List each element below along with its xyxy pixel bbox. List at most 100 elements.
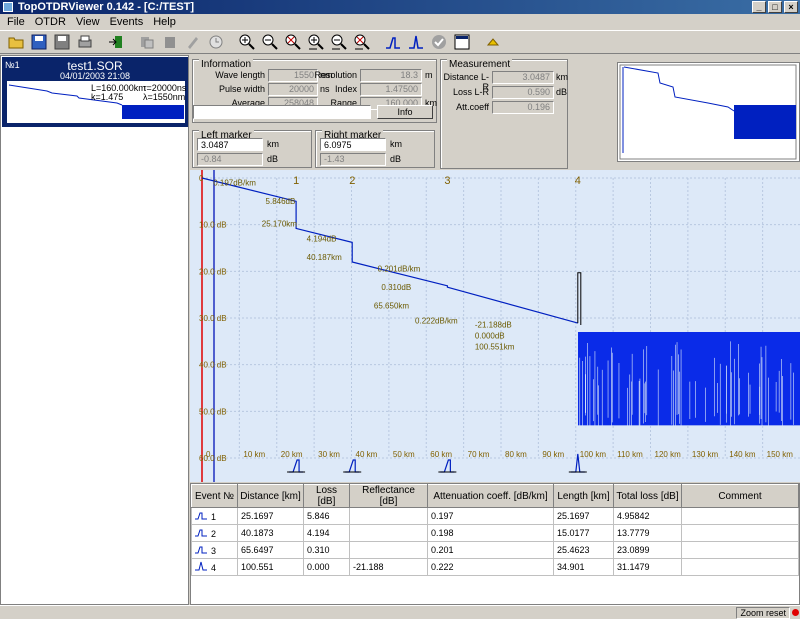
table-row[interactable]: 1 25.1697 5.846 0.197 25.1697 4.95842	[192, 508, 799, 525]
trace-svg[interactable]: 0 10.0 dB 20.0 dB 30.0 dB 40.0 dB 50.0 dB 60.0…	[190, 170, 800, 482]
minimize-button[interactable]: _	[752, 1, 766, 13]
trace-annotation: 4.194dB	[307, 234, 337, 243]
col-length[interactable]: Length [km]	[554, 485, 614, 508]
loss-field: 0.590	[492, 86, 554, 99]
trace-annotation: -21.188dB	[475, 320, 512, 329]
col-loss[interactable]: Loss [dB]	[304, 485, 350, 508]
window-title: TopOTDRViewer 0.142 - [C:/TEST]	[18, 1, 194, 13]
print-icon[interactable]	[73, 31, 96, 53]
info-input[interactable]	[193, 105, 371, 119]
left-marker-db-field: -0.84	[197, 153, 263, 166]
resolution-field: 18.3	[360, 69, 422, 82]
col-event[interactable]: Event №	[192, 485, 238, 508]
thumb-index: k=1.475	[91, 93, 123, 102]
x-tick-label: 70 km	[468, 450, 490, 459]
trace-annotation: 100.551km	[475, 343, 515, 352]
trace-annotation: 0.000dB	[475, 332, 505, 341]
col-total-loss[interactable]: Total loss [dB]	[614, 485, 682, 508]
event-peak-icon	[195, 563, 207, 573]
edit-icon[interactable]	[181, 31, 204, 53]
y-tick-label: 20.0 dB	[199, 267, 227, 276]
menu-events[interactable]: Events	[105, 14, 149, 30]
table-cell	[682, 525, 799, 542]
zoom-out-h-icon[interactable]	[327, 31, 350, 53]
zoom-in-h-icon[interactable]	[304, 31, 327, 53]
att-field: 0.196	[492, 101, 554, 114]
export-icon[interactable]	[104, 31, 127, 53]
x-tick-label: 0	[206, 450, 211, 459]
table-cell: 5.846	[304, 508, 350, 525]
table-cell	[350, 542, 428, 559]
col-comment[interactable]: Comment	[682, 485, 799, 508]
menu-otdr[interactable]: OTDR	[30, 14, 71, 30]
col-reflectance[interactable]: Reflectance [dB]	[350, 485, 428, 508]
y-tick-label: 40.0 dB	[199, 361, 227, 370]
zoom-reset-status[interactable]: Zoom reset	[736, 607, 790, 619]
left-marker-km-input[interactable]	[197, 138, 263, 151]
open-icon[interactable]	[4, 31, 27, 53]
measurement-group: Measurement Distance L-R 3.0487 km Loss …	[440, 59, 568, 169]
maximize-button[interactable]: □	[768, 1, 782, 13]
table-cell: 2	[192, 525, 238, 542]
overview-thumbnail[interactable]	[617, 62, 800, 162]
event-step-icon[interactable]	[381, 31, 404, 53]
trace-annotation: 0.222dB/km	[415, 317, 458, 326]
loss-label: Loss L-R	[441, 87, 489, 97]
distance-field: 3.0487	[492, 71, 554, 84]
right-marker-km-input[interactable]	[320, 138, 386, 151]
menu-view[interactable]: View	[71, 14, 105, 30]
table-cell: 23.0899	[614, 542, 682, 559]
event-number-label: 4	[575, 175, 581, 187]
col-attenuation[interactable]: Attenuation coeff. [dB/km]	[428, 485, 554, 508]
x-tick-label: 50 km	[393, 450, 415, 459]
event-number: 1	[211, 512, 216, 522]
table-cell: 4.95842	[614, 508, 682, 525]
right-marker-db-field: -1.43	[320, 153, 386, 166]
table-cell: 0.222	[428, 559, 554, 576]
event-number-label: 3	[444, 175, 450, 187]
table-cell: 25.4623	[554, 542, 614, 559]
copy-icon[interactable]	[135, 31, 158, 53]
info-button[interactable]: Info	[377, 105, 433, 119]
trace-annotation: 25.170km	[262, 220, 297, 229]
zoom-reset-icon[interactable]	[350, 31, 373, 53]
x-tick-label: 10 km	[243, 450, 265, 459]
save-as-icon[interactable]	[50, 31, 73, 53]
table-cell: 0.000	[304, 559, 350, 576]
left-marker-db-unit: dB	[267, 154, 278, 164]
info-panel: Information Wave length 1550 nm Resoluti…	[190, 55, 800, 170]
save-icon[interactable]	[27, 31, 50, 53]
table-row[interactable]: 3 65.6497 0.310 0.201 25.4623 23.0899	[192, 542, 799, 559]
table-cell: 0.198	[428, 525, 554, 542]
left-marker-group: Left marker km -0.84 dB	[192, 130, 312, 168]
timer-icon[interactable]	[204, 31, 227, 53]
zoom-fit-icon[interactable]	[281, 31, 304, 53]
events-table[interactable]: Event № Distance [km] Loss [dB] Reflecta…	[190, 483, 800, 605]
check-icon[interactable]	[427, 31, 450, 53]
wavelength-label: Wave length	[195, 70, 265, 80]
file-list[interactable]: №1 test1.SOR 04/01/2003 21:08 L=160.000k…	[0, 55, 189, 605]
att-label: Att.coeff	[441, 102, 489, 112]
trace-graph[interactable]: 0 10.0 dB 20.0 dB 30.0 dB 40.0 dB 50.0 dB 60.0…	[190, 170, 800, 482]
table-cell: 31.1479	[614, 559, 682, 576]
left-marker-km-unit: km	[267, 139, 279, 149]
zoom-out-icon[interactable]	[258, 31, 281, 53]
window-icon[interactable]	[450, 31, 473, 53]
paste-icon[interactable]	[158, 31, 181, 53]
trace-annotation: 0.201dB/km	[378, 264, 421, 273]
pulse-label: Pulse width	[195, 84, 265, 94]
right-marker-db-unit: dB	[390, 154, 401, 164]
menu-file[interactable]: File	[2, 14, 30, 30]
col-distance[interactable]: Distance [km]	[238, 485, 304, 508]
table-row[interactable]: 2 40.1873 4.194 0.198 15.0177 13.7779	[192, 525, 799, 542]
menu-help[interactable]: Help	[148, 14, 181, 30]
event-peak-icon[interactable]	[404, 31, 427, 53]
table-cell: -21.188	[350, 559, 428, 576]
close-button[interactable]: ×	[784, 1, 798, 13]
up-icon[interactable]	[481, 31, 504, 53]
x-tick-label: 20 km	[281, 450, 303, 459]
table-cell: 0.201	[428, 542, 554, 559]
table-row[interactable]: 4 100.551 0.000 -21.188 0.222 34.901 31.1479	[192, 559, 799, 576]
zoom-in-icon[interactable]	[235, 31, 258, 53]
file-card[interactable]: №1 test1.SOR 04/01/2003 21:08 L=160.000k…	[2, 57, 188, 127]
